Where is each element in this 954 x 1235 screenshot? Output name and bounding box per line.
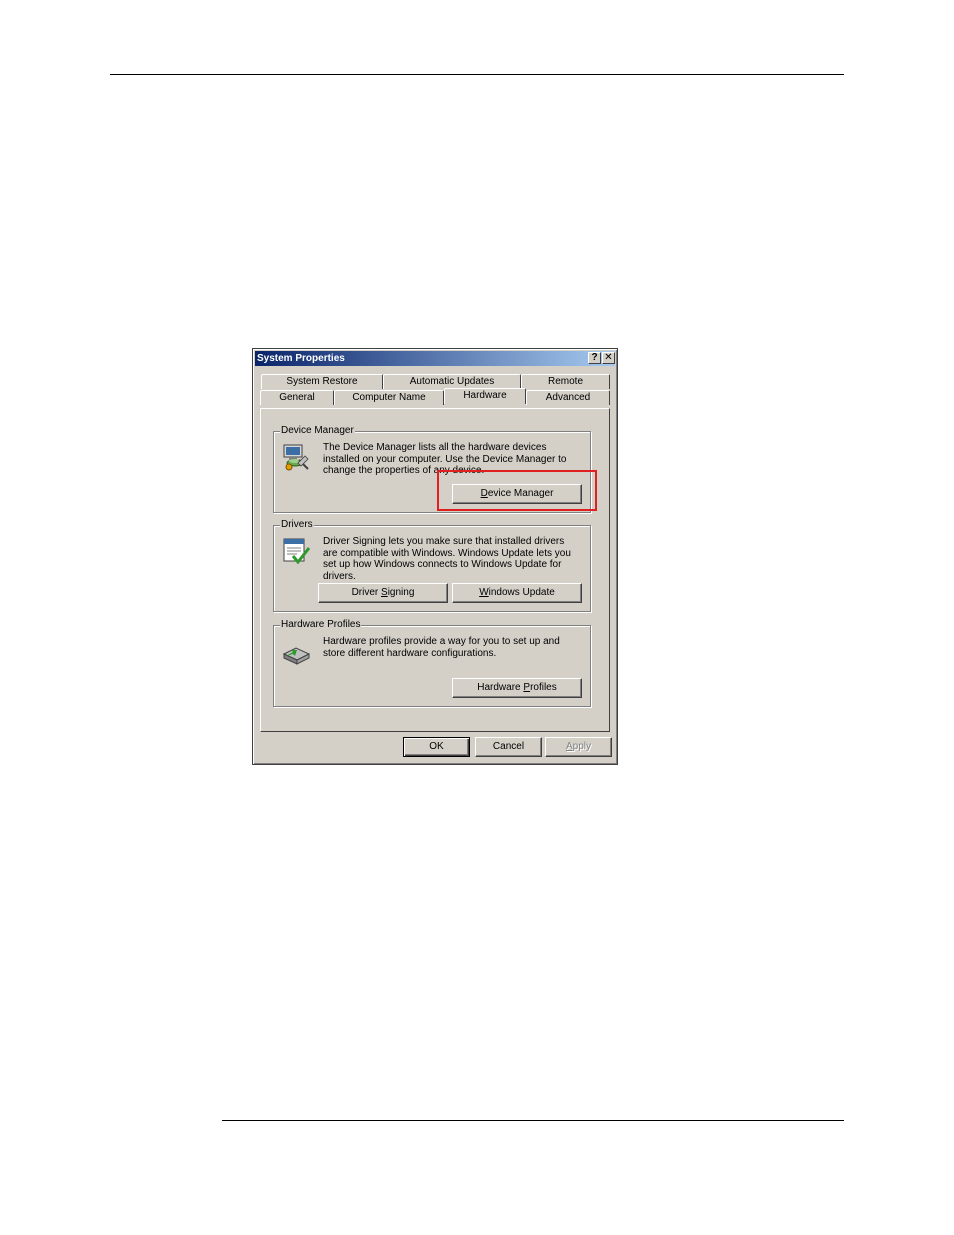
hardware-tab-panel: Device Manager The Device Manager lists … <box>260 408 610 732</box>
drivers-description: Driver Signing lets you make sure that i… <box>323 536 571 582</box>
footer-rule <box>222 1120 844 1121</box>
tab-remote[interactable]: Remote <box>521 374 610 389</box>
header-rule <box>110 74 844 75</box>
device-manager-group-label: Device Manager <box>280 425 355 436</box>
tab-general[interactable]: General <box>260 390 334 405</box>
help-icon: ? <box>591 352 598 363</box>
device-manager-icon <box>283 444 309 471</box>
tab-system-restore[interactable]: System Restore <box>261 374 383 389</box>
close-icon: ✕ <box>604 352 613 363</box>
dialog-title: System Properties <box>257 353 345 364</box>
windows-update-button[interactable]: Windows Update <box>452 583 582 603</box>
tab-hardware[interactable]: Hardware <box>444 388 526 404</box>
hardware-profiles-group-label: Hardware Profiles <box>280 619 362 630</box>
hardware-profiles-description: Hardware profiles provide a way for you … <box>323 636 560 659</box>
driver-signing-button[interactable]: Driver Signing <box>318 583 448 603</box>
tab-computer-name[interactable]: Computer Name <box>334 390 444 405</box>
apply-button[interactable]: Apply <box>545 737 612 757</box>
ok-button[interactable]: OK <box>403 737 470 757</box>
tab-advanced[interactable]: Advanced <box>526 390 610 405</box>
title-bar: System Properties ? ✕ <box>255 351 615 366</box>
help-button[interactable]: ? <box>588 352 601 364</box>
drivers-group: Drivers Driver Signing lets you make sur… <box>273 519 591 612</box>
cancel-button[interactable]: Cancel <box>475 737 542 757</box>
system-properties-dialog: System Properties ? ✕ System Restore Aut… <box>252 348 618 765</box>
device-manager-highlight-box <box>437 470 597 511</box>
driver-signing-icon <box>283 538 311 565</box>
tab-automatic-updates[interactable]: Automatic Updates <box>383 374 521 389</box>
hardware-profiles-icon <box>282 647 311 665</box>
hardware-profiles-group: Hardware Profiles Hardware profiles prov… <box>273 619 591 707</box>
hardware-profiles-button[interactable]: Hardware Profiles <box>452 678 582 698</box>
drivers-group-label: Drivers <box>280 519 314 530</box>
close-button[interactable]: ✕ <box>602 352 615 364</box>
